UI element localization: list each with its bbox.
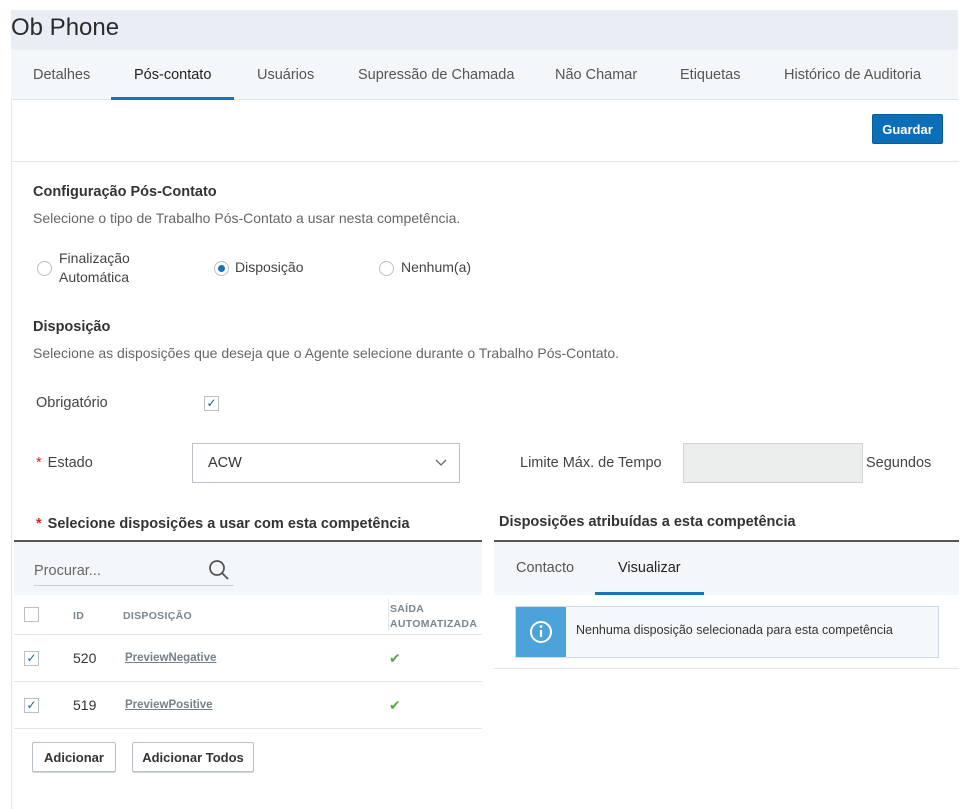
- select-all-checkbox[interactable]: [24, 607, 39, 622]
- table-header: ID DISPOSIÇÃO SAÍDA AUTOMATIZADA: [14, 595, 482, 635]
- tab-visualizar[interactable]: Visualizar: [595, 542, 704, 595]
- row-id: 519: [73, 697, 97, 713]
- max-time-input[interactable]: [683, 443, 863, 483]
- checkmark-icon: ✔: [389, 697, 401, 713]
- search-area: [14, 542, 482, 595]
- row-id: 520: [73, 650, 97, 666]
- select-dispositions-title-text: Selecione disposições a usar com esta co…: [47, 516, 410, 532]
- tab-pos-contato[interactable]: Pós-contato: [111, 50, 235, 100]
- disposition-description: Selecione as disposições que deseja que …: [33, 345, 620, 361]
- available-dispositions-panel: ID DISPOSIÇÃO SAÍDA AUTOMATIZADA ✓ 520 P…: [14, 540, 482, 730]
- tab-historico-de-auditoria[interactable]: Histórico de Auditoria: [784, 50, 921, 100]
- divider: [494, 668, 959, 669]
- state-label-text: Estado: [47, 455, 93, 471]
- column-header-auto-exit-line2: AUTOMATIZADA: [390, 618, 478, 630]
- state-label: * Estado: [36, 455, 93, 471]
- radio-finalizacao-automatica[interactable]: [37, 261, 52, 276]
- row-disposition-link[interactable]: PreviewNegative: [125, 652, 216, 664]
- column-divider: [388, 599, 389, 631]
- row-checkbox[interactable]: ✓: [24, 651, 39, 666]
- assigned-dispositions-panel: Contacto Visualizar Nenhuma disposição s…: [494, 540, 959, 670]
- required-label: Obrigatório: [36, 395, 108, 411]
- search-input[interactable]: [34, 554, 234, 586]
- tab-detalhes[interactable]: Detalhes: [33, 50, 90, 100]
- search-icon[interactable]: [208, 559, 230, 581]
- radio-nenhum[interactable]: [379, 261, 394, 276]
- column-header-disposition[interactable]: DISPOSIÇÃO: [123, 610, 192, 622]
- add-all-button[interactable]: Adicionar Todos: [132, 742, 254, 772]
- required-asterisk: *: [36, 516, 42, 532]
- action-bar: Guardar: [12, 100, 959, 162]
- save-button[interactable]: Guardar: [872, 114, 943, 144]
- radio-label-line2: Automática: [59, 269, 130, 285]
- main-content: Guardar Configuração Pós-Contato Selecio…: [11, 100, 959, 809]
- acw-config-description: Selecione o tipo de Trabalho Pós-Contato…: [33, 210, 461, 226]
- column-header-auto-exit[interactable]: SAÍDA AUTOMATIZADA: [390, 602, 477, 632]
- disposition-title: Disposição: [33, 319, 111, 335]
- radio-disposicao[interactable]: [214, 261, 229, 276]
- tab-nao-chamar[interactable]: Não Chamar: [555, 50, 637, 100]
- radio-label-nenhum: Nenhum(a): [401, 259, 472, 275]
- required-asterisk: *: [36, 455, 42, 471]
- tab-supressao-de-chamada[interactable]: Supressão de Chamada: [358, 50, 514, 100]
- tab-usuarios[interactable]: Usuários: [257, 50, 314, 100]
- table-row: ✓ 520 PreviewNegative ✔: [14, 635, 482, 682]
- radio-label-finalizacao-automatica: Finalização Automática: [59, 249, 130, 287]
- add-button[interactable]: Adicionar: [32, 742, 116, 772]
- acw-config-title: Configuração Pós-Contato: [33, 184, 217, 200]
- max-time-label: Limite Máx. de Tempo: [520, 455, 662, 471]
- assigned-dispositions-title: Disposições atribuídas a esta competênci…: [499, 514, 796, 530]
- state-select[interactable]: ACW: [192, 443, 460, 483]
- assigned-tabs: Contacto Visualizar: [494, 542, 959, 595]
- tab-etiquetas[interactable]: Etiquetas: [680, 50, 740, 100]
- select-dispositions-title: * Selecione disposições a usar com esta c…: [36, 516, 410, 532]
- info-message: Nenhuma disposição selecionada para esta…: [515, 606, 939, 658]
- row-checkbox[interactable]: ✓: [24, 698, 39, 713]
- tab-contacto[interactable]: Contacto: [516, 542, 574, 595]
- radio-label-disposicao: Disposição: [235, 259, 304, 275]
- checkmark-icon: ✔: [389, 650, 401, 666]
- tab-bar: Detalhes Pós-contato Usuários Supressão …: [11, 50, 958, 100]
- state-select-value: ACW: [208, 455, 242, 471]
- radio-label-line1: Finalização: [59, 250, 130, 266]
- table-row: ✓ 519 PreviewPositive ✔: [14, 682, 482, 729]
- info-icon: [516, 607, 566, 657]
- required-checkbox[interactable]: ✓: [204, 396, 219, 411]
- seconds-label: Segundos: [866, 455, 932, 471]
- chevron-down-icon: [435, 459, 447, 466]
- row-disposition-link[interactable]: PreviewPositive: [125, 699, 213, 711]
- app-header: Ob Phone: [11, 10, 958, 50]
- page-title: Ob Phone: [11, 14, 120, 41]
- info-message-text: Nenhuma disposição selecionada para esta…: [576, 623, 893, 637]
- column-header-id[interactable]: ID: [73, 610, 84, 622]
- column-header-auto-exit-line1: SAÍDA: [390, 603, 425, 615]
